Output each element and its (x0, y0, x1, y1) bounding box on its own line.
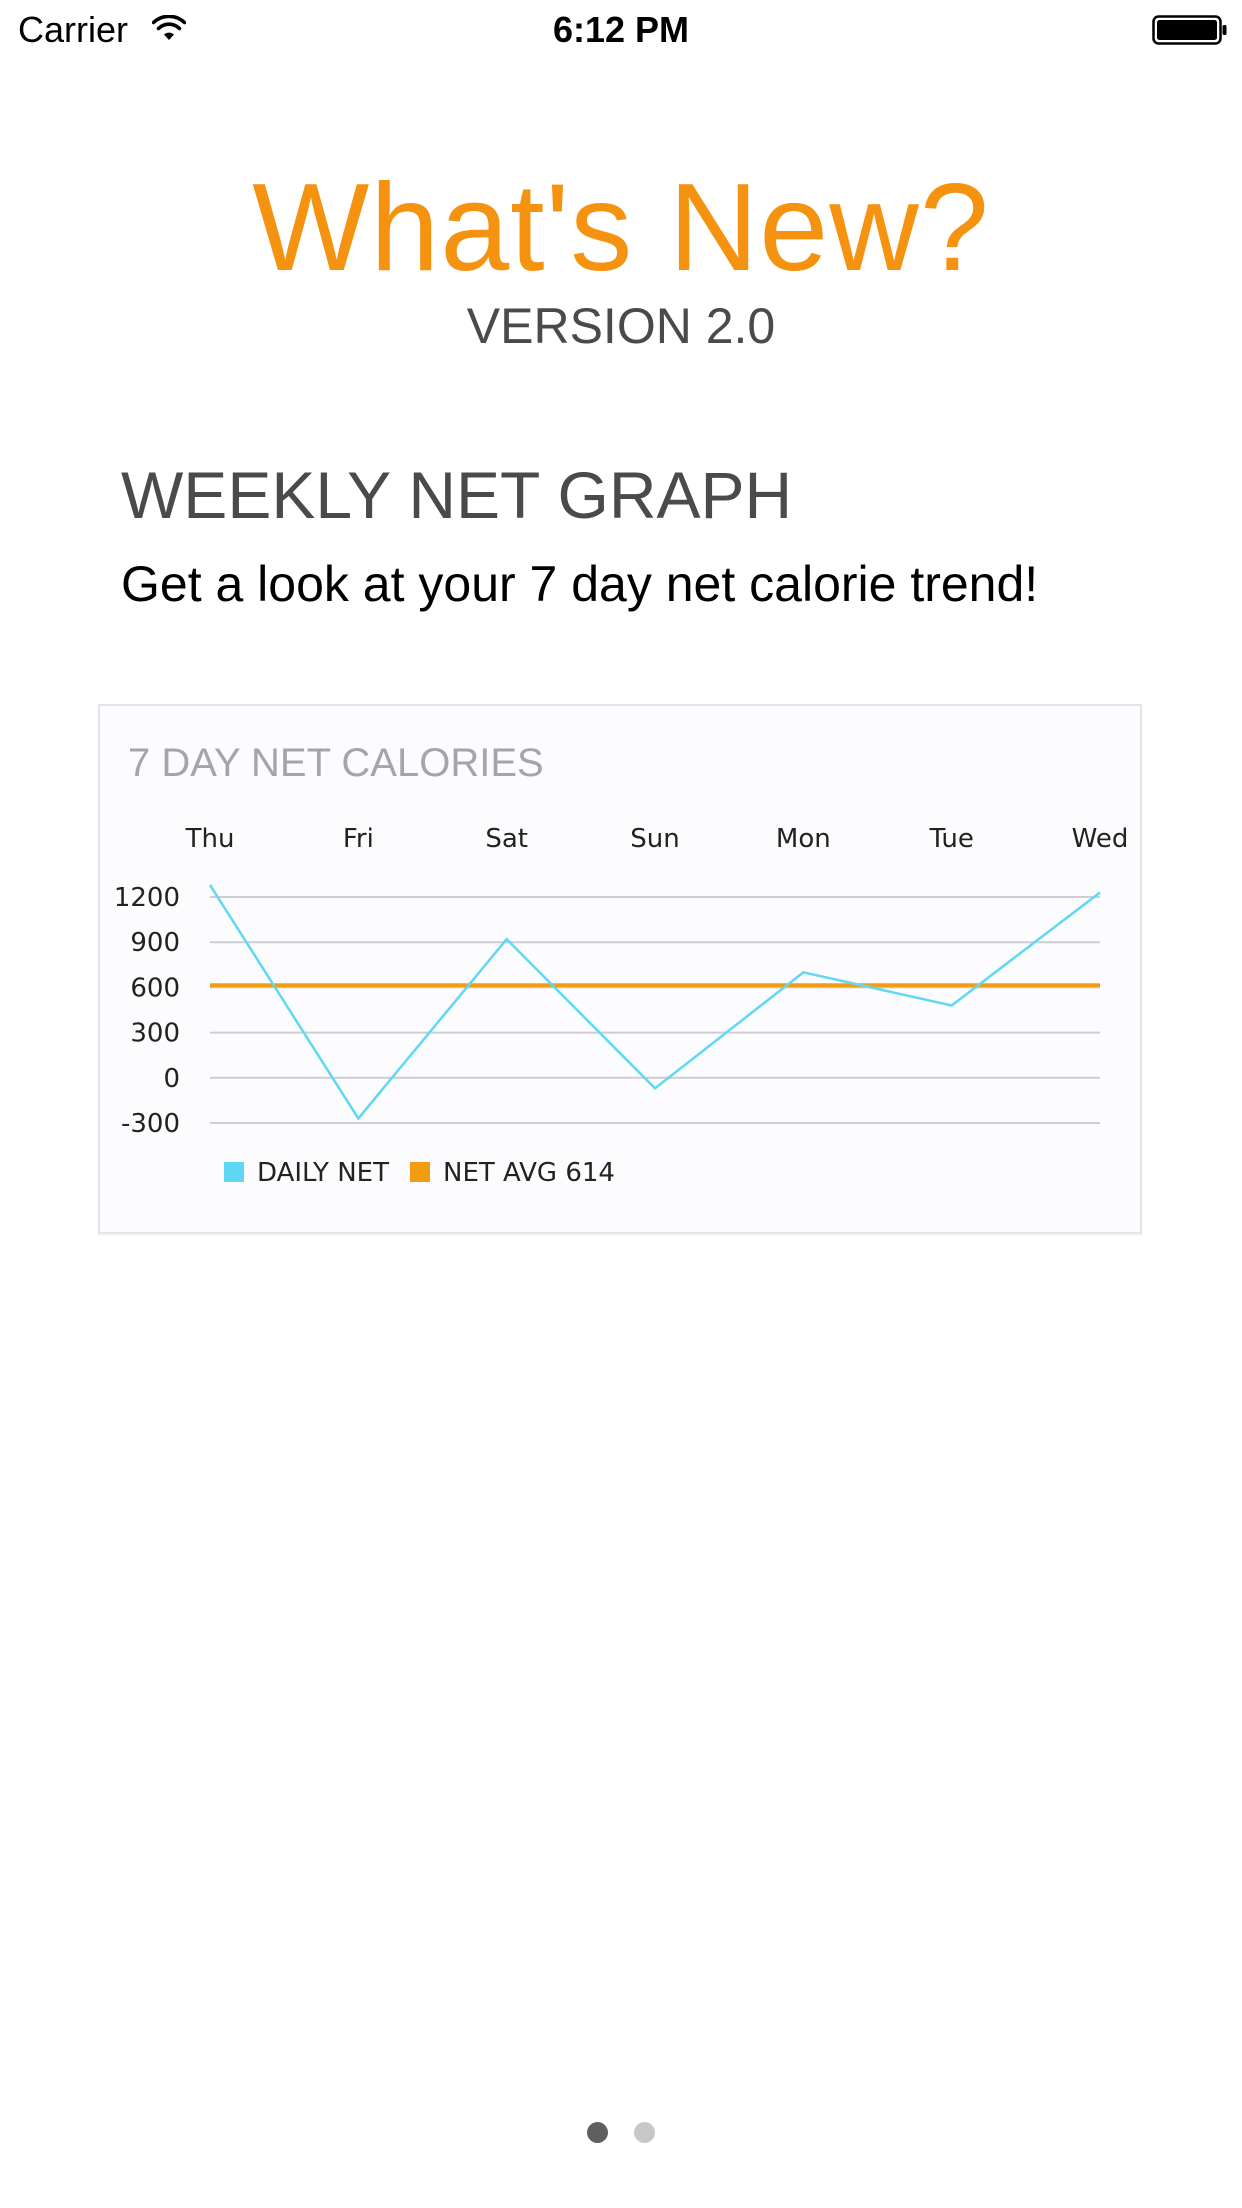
y-tick-label: 900 (130, 928, 180, 958)
y-tick-label: 300 (130, 1019, 180, 1049)
page-control[interactable] (0, 2122, 1242, 2144)
chart-title: 7 DAY NET CALORIES (128, 741, 544, 785)
status-time: 6:12 PM (552, 9, 690, 50)
page-dot[interactable] (587, 2122, 608, 2143)
net-calories-chart: 7 DAY NET CALORIES 1200 900 600 300 0 -300 Th… (114, 741, 1129, 1188)
legend-swatch (410, 1162, 430, 1182)
x-tick-label: Tue (928, 824, 973, 854)
x-axis-ticks: Thu Fri Sat Sun Mon Tue Wed (185, 824, 1129, 854)
chart-series (208, 884, 1101, 1121)
x-tick-label: Wed (1072, 824, 1129, 854)
y-tick-label: 0 (163, 1064, 180, 1094)
legend-label: DAILY NET (257, 1158, 389, 1188)
y-tick-label: -300 (121, 1109, 180, 1139)
chart-legend: DAILY NET NET AVG 614 (224, 1158, 615, 1188)
y-axis-ticks: 1200 900 600 300 0 -300 (114, 883, 180, 1139)
legend-label: NET AVG 614 (443, 1158, 615, 1188)
chart-card: 7 DAY NET CALORIES 1200 900 600 300 0 -300 Th… (98, 704, 1142, 1234)
x-tick-label: Fri (343, 824, 374, 854)
x-tick-label: Sat (485, 824, 528, 854)
daily-net-line (208, 884, 1101, 1121)
whats-new-title: What's New? (252, 159, 990, 297)
battery-icon (1152, 15, 1227, 45)
legend-swatch (224, 1162, 244, 1182)
x-tick-label: Thu (185, 824, 235, 854)
feature-title: WEEKLY NET GRAPH (121, 458, 793, 532)
x-tick-label: Mon (776, 824, 831, 854)
y-tick-label: 1200 (114, 883, 180, 913)
y-tick-label: 600 (130, 973, 180, 1003)
x-tick-label: Sun (630, 824, 679, 854)
feature-description: Get a look at your 7 day net calorie tre… (121, 556, 1039, 612)
page-dot[interactable] (634, 2122, 655, 2143)
status-bar: Carrier 6:12 PM (0, 0, 1242, 60)
version-label: VERSION 2.0 (466, 298, 776, 354)
